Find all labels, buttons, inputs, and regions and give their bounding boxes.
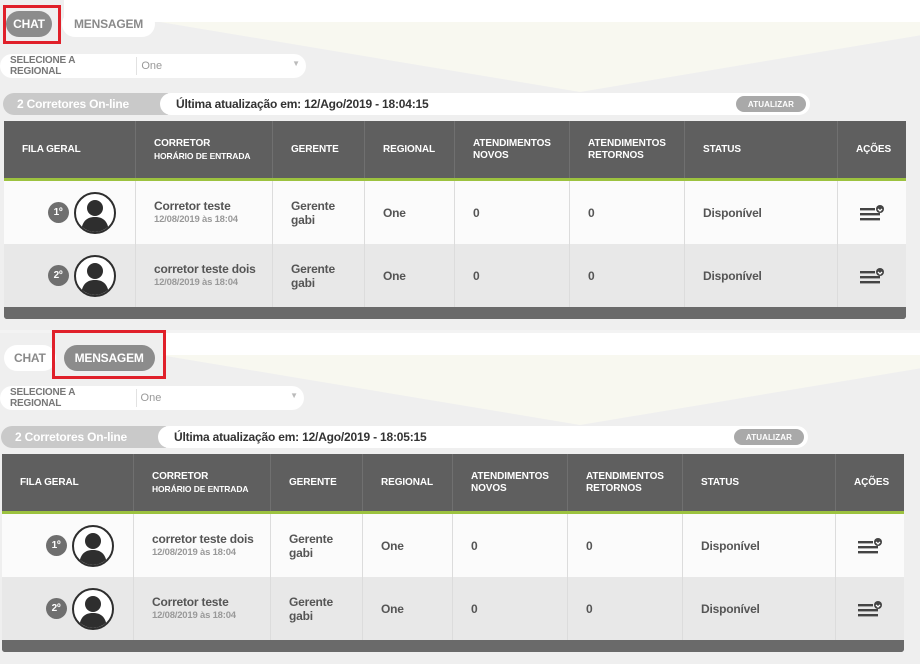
tab-chat[interactable]: CHAT: [4, 345, 56, 371]
table-row: 2º corretor teste dois 12/08/2019 às 18:0…: [4, 244, 906, 307]
regional-cell: One: [365, 181, 455, 244]
col-status: STATUS: [685, 121, 838, 178]
retornos-cell: 0: [570, 181, 685, 244]
col-corretor: CORRETOR HORÁRIO DE ENTRADA: [136, 121, 273, 178]
queue-table: FILA GERAL CORRETOR HORÁRIO DE ENTRADA GE…: [2, 454, 904, 652]
corretor-cell: Corretor teste 12/08/2019 às 18:04: [136, 181, 273, 244]
chevron-down-icon: ▼: [290, 391, 298, 400]
retornos-cell: 0: [568, 514, 683, 577]
col-acoes: AÇÕES: [854, 476, 890, 488]
last-update: Última atualização em: 12/Ago/2019 - 18:…: [160, 93, 810, 115]
regional-cell: One: [363, 577, 453, 640]
col-novos: ATENDIMENTOS NOVOS: [455, 121, 570, 178]
col-fila: FILA GERAL: [4, 121, 136, 178]
user-silhouette-icon: [73, 191, 116, 234]
regional-cell: One: [365, 244, 455, 307]
status-cell: Disponível: [683, 577, 836, 640]
regional-select[interactable]: One ▼: [135, 389, 304, 407]
gerente-cell: Gerente gabi: [273, 244, 365, 307]
refresh-button[interactable]: ATUALIZAR: [735, 96, 806, 112]
col-status: STATUS: [683, 454, 836, 511]
regional-cell: One: [363, 514, 453, 577]
gerente-cell: Gerente gabi: [271, 577, 363, 640]
regional-selected-value: One: [140, 392, 162, 404]
top-strip: [166, 333, 920, 355]
last-update: Última atualização em: 12/Ago/2019 - 18:…: [158, 426, 808, 448]
gerente-cell: Gerente gabi: [273, 181, 365, 244]
retornos-cell: 0: [568, 577, 683, 640]
top-strip: [64, 0, 920, 22]
table-row: 2º Corretor teste 12/08/2019 às 18:04 Ger…: [2, 577, 904, 640]
novos-cell: 0: [455, 181, 570, 244]
rank-badge: 2º: [45, 598, 67, 619]
regional-selected-value: One: [141, 60, 163, 72]
position-cell: 1º: [2, 514, 134, 577]
status-bar: 2 Corretores On-line Última atualização …: [1, 426, 808, 448]
regional-label: SELECIONE A REGIONAL: [10, 387, 75, 409]
col-regional: REGIONAL: [365, 121, 455, 178]
list-options-icon[interactable]: [836, 514, 904, 577]
regional-select[interactable]: One ▼: [136, 57, 306, 75]
col-fila: FILA GERAL: [2, 454, 134, 511]
online-count: 2 Corretores On-line: [3, 93, 168, 115]
col-regional: REGIONAL: [363, 454, 453, 511]
table-footer: [2, 640, 904, 652]
status-cell: Disponível: [685, 244, 838, 307]
user-silhouette-icon: [71, 524, 114, 567]
status-cell: Disponível: [683, 514, 836, 577]
corretor-cell: corretor teste dois 12/08/2019 às 18:04: [136, 244, 273, 307]
table-header: FILA GERAL CORRETOR HORÁRIO DE ENTRADA GE…: [4, 121, 906, 181]
list-options-icon[interactable]: [838, 181, 906, 244]
panel-chat: CHAT MENSAGEM SELECIONE A REGIONAL One ▼…: [0, 0, 920, 330]
status-cell: Disponível: [685, 181, 838, 244]
novos-cell: 0: [455, 244, 570, 307]
panel-mensagem: CHAT MENSAGEM SELECIONE A REGIONAL One ▼…: [0, 330, 920, 664]
col-retornos: ATENDIMENTOS RETORNOS: [570, 121, 685, 178]
corretor-cell: Corretor teste 12/08/2019 às 18:04: [134, 577, 271, 640]
retornos-cell: 0: [570, 244, 685, 307]
table-footer: [4, 307, 906, 319]
table-header: FILA GERAL CORRETOR HORÁRIO DE ENTRADA GE…: [2, 454, 904, 514]
refresh-button[interactable]: ATUALIZAR: [733, 429, 804, 445]
corretor-cell: corretor teste dois 12/08/2019 às 18:04: [134, 514, 271, 577]
rank-badge: 1º: [47, 202, 69, 223]
table-row: 1º Corretor teste 12/08/2019 às 18:04 Ger…: [4, 181, 906, 244]
highlight-box: [52, 330, 166, 379]
user-silhouette-icon: [73, 254, 116, 297]
col-gerente: GERENTE: [271, 454, 363, 511]
col-corretor: CORRETOR HORÁRIO DE ENTRADA: [134, 454, 271, 511]
position-cell: 2º: [2, 577, 134, 640]
queue-table: FILA GERAL CORRETOR HORÁRIO DE ENTRADA GE…: [4, 121, 906, 319]
online-count: 2 Corretores On-line: [1, 426, 166, 448]
last-update-text: Última atualização em: 12/Ago/2019 - 18:…: [176, 97, 429, 111]
list-options-icon[interactable]: [838, 244, 906, 307]
table-row: 1º corretor teste dois 12/08/2019 às 18:0…: [2, 514, 904, 577]
status-bar: 2 Corretores On-line Última atualização …: [3, 93, 810, 115]
col-retornos: ATENDIMENTOS RETORNOS: [568, 454, 683, 511]
gerente-cell: Gerente gabi: [271, 514, 363, 577]
novos-cell: 0: [453, 514, 568, 577]
regional-filter: SELECIONE A REGIONAL One ▼: [0, 386, 304, 410]
rank-badge: 1º: [45, 535, 67, 556]
col-acoes: AÇÕES: [856, 143, 892, 155]
rank-badge: 2º: [47, 265, 69, 286]
regional-label: SELECIONE A REGIONAL: [10, 55, 75, 77]
tab-mensagem[interactable]: MENSAGEM: [62, 11, 156, 37]
col-gerente: GERENTE: [273, 121, 365, 178]
user-silhouette-icon: [71, 587, 114, 630]
regional-filter: SELECIONE A REGIONAL One ▼: [0, 54, 306, 78]
list-options-icon[interactable]: [836, 577, 904, 640]
highlight-box: [3, 5, 61, 44]
novos-cell: 0: [453, 577, 568, 640]
position-cell: 1º: [4, 181, 136, 244]
chevron-down-icon: ▼: [292, 59, 300, 68]
col-novos: ATENDIMENTOS NOVOS: [453, 454, 568, 511]
position-cell: 2º: [4, 244, 136, 307]
last-update-text: Última atualização em: 12/Ago/2019 - 18:…: [174, 430, 427, 444]
